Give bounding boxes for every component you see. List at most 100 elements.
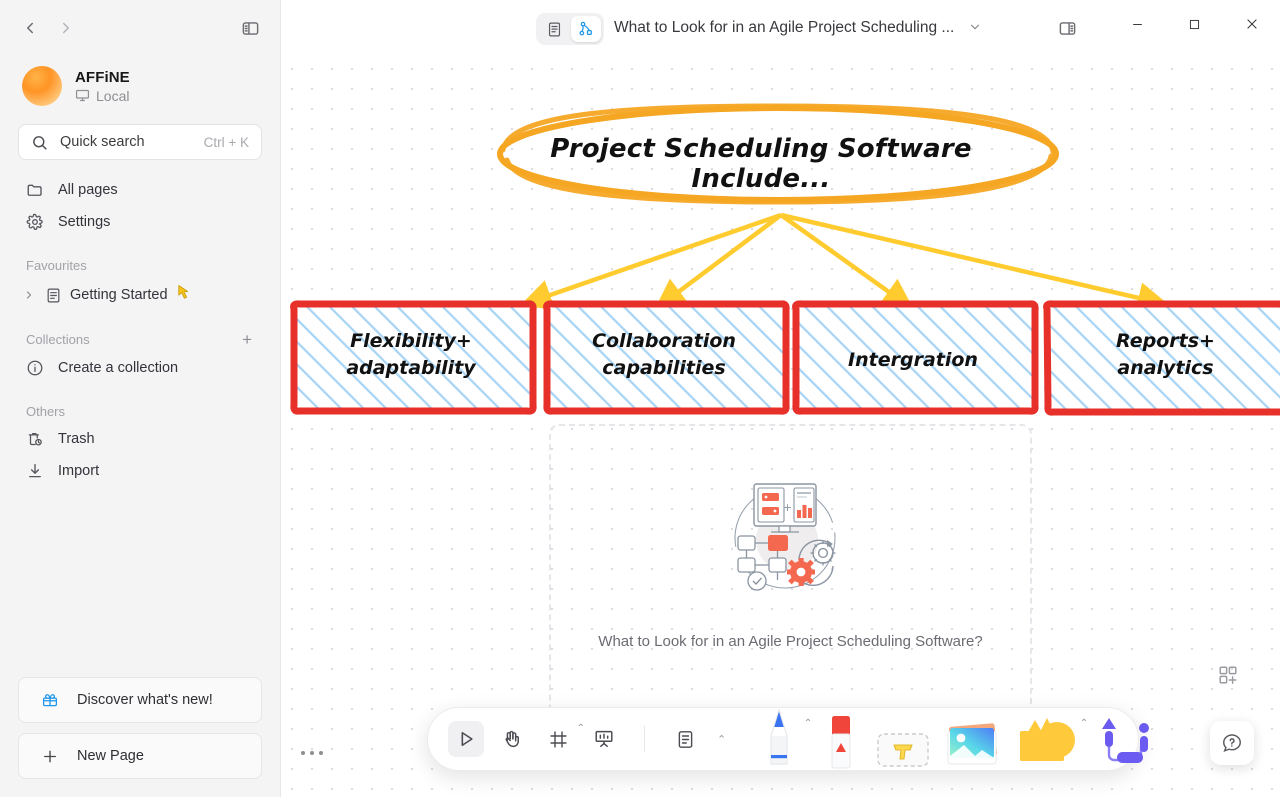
chevron-left-icon bbox=[27, 22, 33, 34]
document-title-text: What to Look for in an Agile Project Sch… bbox=[614, 19, 955, 36]
sidebar-item-trash[interactable]: Trash bbox=[18, 423, 262, 455]
sidebar-toggle-icon bbox=[242, 21, 258, 35]
project-management-illustration: + bbox=[734, 483, 836, 591]
close-icon bbox=[1246, 19, 1257, 29]
title-menu-button[interactable] bbox=[964, 16, 986, 41]
maximize-icon bbox=[1189, 19, 1200, 29]
hand-icon bbox=[505, 730, 519, 748]
sidebar-item-settings[interactable]: Settings bbox=[18, 206, 262, 238]
add-collection-button[interactable]: + bbox=[240, 331, 254, 348]
section-header-collections: Collections + bbox=[26, 331, 254, 348]
workspace-selector[interactable]: AFFiNE Local bbox=[0, 60, 280, 106]
sidebar-item-all-pages[interactable]: All pages bbox=[18, 174, 262, 206]
sync-status-label: Local bbox=[96, 87, 130, 104]
note-tool-chevron-up-icon[interactable]: ⌃ bbox=[717, 733, 726, 746]
sidebar-item-import[interactable]: Import bbox=[18, 455, 262, 487]
folder-icon bbox=[26, 181, 44, 199]
toolbar-divider bbox=[644, 726, 645, 752]
new-page-button[interactable]: New Page bbox=[18, 733, 262, 779]
nav-back-button[interactable] bbox=[14, 12, 46, 44]
sidebar-header bbox=[0, 0, 280, 56]
info-icon bbox=[26, 359, 44, 377]
sidebar-item-label: All pages bbox=[58, 182, 118, 198]
eraser-icon bbox=[831, 716, 851, 769]
dot bbox=[319, 751, 323, 755]
shape-tool-chevron-up-icon[interactable]: ⌃ bbox=[1080, 718, 1088, 729]
sidebar-item-label: Getting Started bbox=[70, 287, 168, 303]
titlebar: What to Look for in an Agile Project Sch… bbox=[281, 0, 1280, 56]
note-icon bbox=[678, 730, 692, 748]
mindmap-node-4[interactable] bbox=[1043, 300, 1280, 416]
section-header-others: Others bbox=[26, 404, 254, 419]
dot bbox=[310, 751, 314, 755]
nav-forward-button[interactable] bbox=[50, 12, 82, 44]
select-tool-button[interactable] bbox=[448, 721, 484, 757]
pen-icon bbox=[770, 708, 788, 765]
mode-edgeless-button[interactable] bbox=[571, 16, 601, 42]
card-label: New Page bbox=[77, 748, 144, 764]
edgeless-mode-icon bbox=[579, 21, 592, 36]
workspace-info: AFFiNE Local bbox=[75, 69, 130, 104]
workspace-name: AFFiNE bbox=[75, 68, 130, 86]
mindmap-node-3[interactable] bbox=[792, 300, 1039, 415]
mindmap-node-2[interactable] bbox=[543, 300, 790, 415]
edgeless-canvas[interactable]: Project Scheduling Software Include... F… bbox=[281, 56, 1280, 797]
chevron-right-icon[interactable] bbox=[22, 289, 36, 301]
toggle-right-sidebar-button[interactable] bbox=[1053, 14, 1081, 42]
hand-cursor-glyph bbox=[178, 285, 189, 299]
quick-search-shortcut: Ctrl + K bbox=[203, 134, 249, 150]
window-close-button[interactable] bbox=[1223, 0, 1280, 48]
frame-tool-button[interactable]: ⌃ bbox=[540, 721, 585, 757]
add-widget-button[interactable] bbox=[1214, 661, 1242, 689]
help-button[interactable] bbox=[1210, 721, 1254, 765]
sidebar-item-label: Trash bbox=[58, 431, 95, 447]
note-tool-button[interactable] bbox=[667, 721, 703, 757]
connector-tool-icon bbox=[1102, 718, 1150, 763]
eraser-tool-button[interactable] bbox=[818, 706, 864, 770]
gear-icon bbox=[26, 213, 44, 231]
sidebar-item-label: Settings bbox=[58, 214, 111, 230]
monitor-icon bbox=[75, 89, 90, 102]
hand-tool-button[interactable] bbox=[494, 721, 530, 757]
main-area: What to Look for in an Agile Project Sch… bbox=[281, 0, 1280, 797]
trash-icon bbox=[26, 430, 44, 448]
mindmap-root-shape[interactable] bbox=[497, 103, 1059, 205]
doc-icon bbox=[44, 286, 62, 304]
mindmap-node-1[interactable] bbox=[290, 300, 537, 415]
pen-tool-chevron-up-icon[interactable]: ⌃ bbox=[804, 718, 812, 729]
chevron-up-icon[interactable]: ⌃ bbox=[577, 723, 585, 734]
quick-search-input[interactable]: Quick search Ctrl + K bbox=[18, 124, 262, 160]
shape-tool-button[interactable]: ⌃ bbox=[1012, 706, 1088, 770]
sidebar-nav-list: All pages Settings bbox=[0, 174, 280, 238]
sidebar-item-label: Import bbox=[58, 463, 100, 479]
sidebar-item-create-collection[interactable]: Create a collection bbox=[18, 352, 262, 384]
section-title: Collections bbox=[26, 332, 90, 347]
mode-page-button[interactable] bbox=[539, 16, 569, 42]
collapse-sidebar-button[interactable] bbox=[234, 12, 266, 44]
text-tool-button[interactable] bbox=[872, 706, 934, 770]
pen-tool-button[interactable]: ⌃ bbox=[748, 706, 812, 770]
sidebar: AFFiNE Local Quick search Ctrl + K All p… bbox=[0, 0, 281, 797]
window-maximize-button[interactable] bbox=[1166, 0, 1223, 48]
section-title: Others bbox=[26, 404, 66, 419]
presentation-icon bbox=[595, 730, 613, 748]
frame-icon bbox=[549, 730, 567, 748]
discover-whats-new-button[interactable]: Discover what's new! bbox=[18, 677, 262, 723]
gift-icon bbox=[41, 691, 59, 709]
connector-tool-button[interactable] bbox=[1092, 706, 1164, 770]
canvas-more-options-button[interactable] bbox=[301, 751, 323, 755]
window-minimize-button[interactable] bbox=[1109, 0, 1166, 48]
workspace-avatar bbox=[22, 66, 62, 106]
present-tool-button[interactable] bbox=[586, 721, 622, 757]
pointing-hand-cursor-icon bbox=[175, 283, 193, 303]
plus-icon bbox=[41, 747, 59, 765]
window-controls bbox=[1109, 0, 1280, 48]
others-list: Trash Import bbox=[0, 423, 280, 487]
cursor-play-icon bbox=[461, 731, 473, 747]
sidebar-item-getting-started[interactable]: Getting Started bbox=[18, 279, 262, 311]
dot bbox=[301, 751, 305, 755]
document-title: What to Look for in an Agile Project Sch… bbox=[614, 0, 986, 56]
search-icon bbox=[33, 135, 47, 150]
image-tool-button[interactable] bbox=[942, 706, 1004, 770]
sidebar-footer: Discover what's new! New Page bbox=[0, 677, 280, 797]
